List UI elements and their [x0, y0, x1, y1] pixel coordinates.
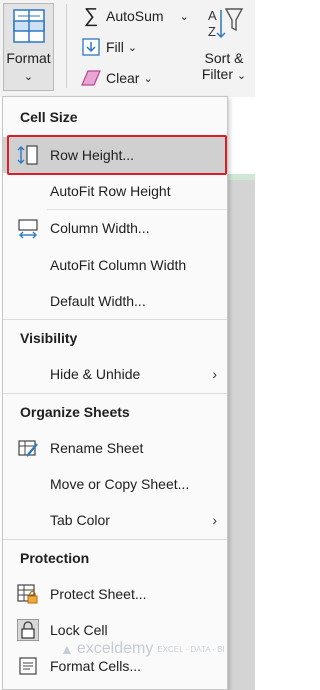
- menu-item-label: AutoFit Row Height: [50, 183, 171, 199]
- menu-item-label: Default Width...: [50, 293, 146, 309]
- menu-item-autofit-row-height[interactable]: AutoFit Row Height: [3, 173, 227, 209]
- chevron-down-icon: ⌄: [179, 10, 189, 23]
- menu-item-default-width[interactable]: Default Width...: [3, 283, 227, 319]
- ribbon: Format ⌄ ∑ AutoSum ⌄ Fill ⌄ Clear ⌄ A Z …: [0, 0, 255, 97]
- ribbon-separator: [66, 4, 67, 88]
- menu-item-tab-color[interactable]: Tab Color ›: [3, 502, 227, 538]
- chevron-right-icon: ›: [212, 512, 217, 528]
- menu-item-label: Lock Cell: [50, 622, 108, 638]
- menu-item-label: Move or Copy Sheet...: [50, 476, 190, 492]
- menu-item-label: Format Cells...: [50, 658, 142, 674]
- svg-text:Z: Z: [208, 24, 216, 39]
- sheet-gray-area: [228, 180, 255, 690]
- column-width-icon: [17, 217, 39, 239]
- format-button-label: Format: [6, 50, 51, 66]
- menu-item-autofit-column-width[interactable]: AutoFit Column Width: [3, 247, 227, 283]
- menu-item-protect-sheet[interactable]: Protect Sheet...: [3, 576, 227, 612]
- watermark-logo-icon: ▲: [60, 641, 74, 657]
- chevron-down-icon: ⌄: [143, 72, 153, 85]
- watermark: ▲ exceldemy EXCEL · DATA · BI: [60, 640, 225, 658]
- chevron-down-icon: ⌄: [236, 70, 247, 82]
- section-header-organize-sheets: Organize Sheets: [20, 404, 130, 420]
- fill-down-icon: [80, 36, 102, 58]
- menu-item-hide-unhide[interactable]: Hide & Unhide ›: [3, 356, 227, 392]
- sort-label-2: Filter: [201, 66, 233, 82]
- section-header-visibility: Visibility: [20, 330, 78, 346]
- clear-button[interactable]: Clear ⌄: [80, 66, 153, 90]
- format-dropdown-menu: Cell Size Row Height... AutoFit Row Heig…: [2, 96, 228, 690]
- highlight-box: [7, 135, 227, 175]
- format-cells-grid-icon: [13, 9, 45, 43]
- watermark-name: exceldemy: [76, 640, 154, 657]
- sort-filter-icon: A Z: [208, 8, 244, 39]
- sort-label-row: Filter ⌄: [196, 66, 252, 82]
- section-header-cell-size: Cell Size: [20, 109, 78, 125]
- chevron-right-icon: ›: [212, 366, 217, 382]
- clear-label: Clear: [106, 70, 140, 86]
- protect-sheet-icon: [17, 583, 39, 605]
- menu-item-column-width[interactable]: Column Width...: [3, 210, 227, 246]
- menu-item-move-copy-sheet[interactable]: Move or Copy Sheet...: [3, 466, 227, 502]
- chevron-down-icon: ⌄: [127, 41, 138, 54]
- menu-item-label: Protect Sheet...: [50, 586, 147, 602]
- section-header-protection: Protection: [20, 550, 90, 566]
- eraser-icon: [80, 67, 102, 89]
- menu-item-label: Tab Color: [50, 512, 110, 528]
- sort-filter-button[interactable]: A Z Sort & Filter ⌄: [196, 4, 252, 90]
- format-button[interactable]: Format ⌄: [3, 3, 54, 91]
- format-cells-icon: [17, 655, 39, 677]
- watermark-tagline: EXCEL · DATA · BI: [157, 644, 225, 654]
- autosum-button[interactable]: ∑ AutoSum ⌄: [80, 4, 189, 28]
- sigma-icon: ∑: [83, 4, 99, 27]
- autosum-label: AutoSum: [106, 8, 164, 24]
- svg-text:A: A: [208, 8, 217, 23]
- menu-item-label: Column Width...: [50, 220, 150, 236]
- chevron-down-icon: ⌄: [23, 71, 34, 83]
- sheet-area: [228, 97, 255, 174]
- menu-item-label: Hide & Unhide: [50, 366, 141, 382]
- menu-item-label: Rename Sheet: [50, 440, 144, 456]
- lock-icon: [17, 619, 39, 641]
- sort-label-1: Sort &: [204, 50, 244, 66]
- rename-sheet-icon: [17, 437, 39, 459]
- menu-item-label: AutoFit Column Width: [50, 257, 187, 273]
- fill-button[interactable]: Fill ⌄: [80, 35, 137, 59]
- menu-item-rename-sheet[interactable]: Rename Sheet: [3, 430, 227, 466]
- fill-label: Fill: [106, 39, 124, 55]
